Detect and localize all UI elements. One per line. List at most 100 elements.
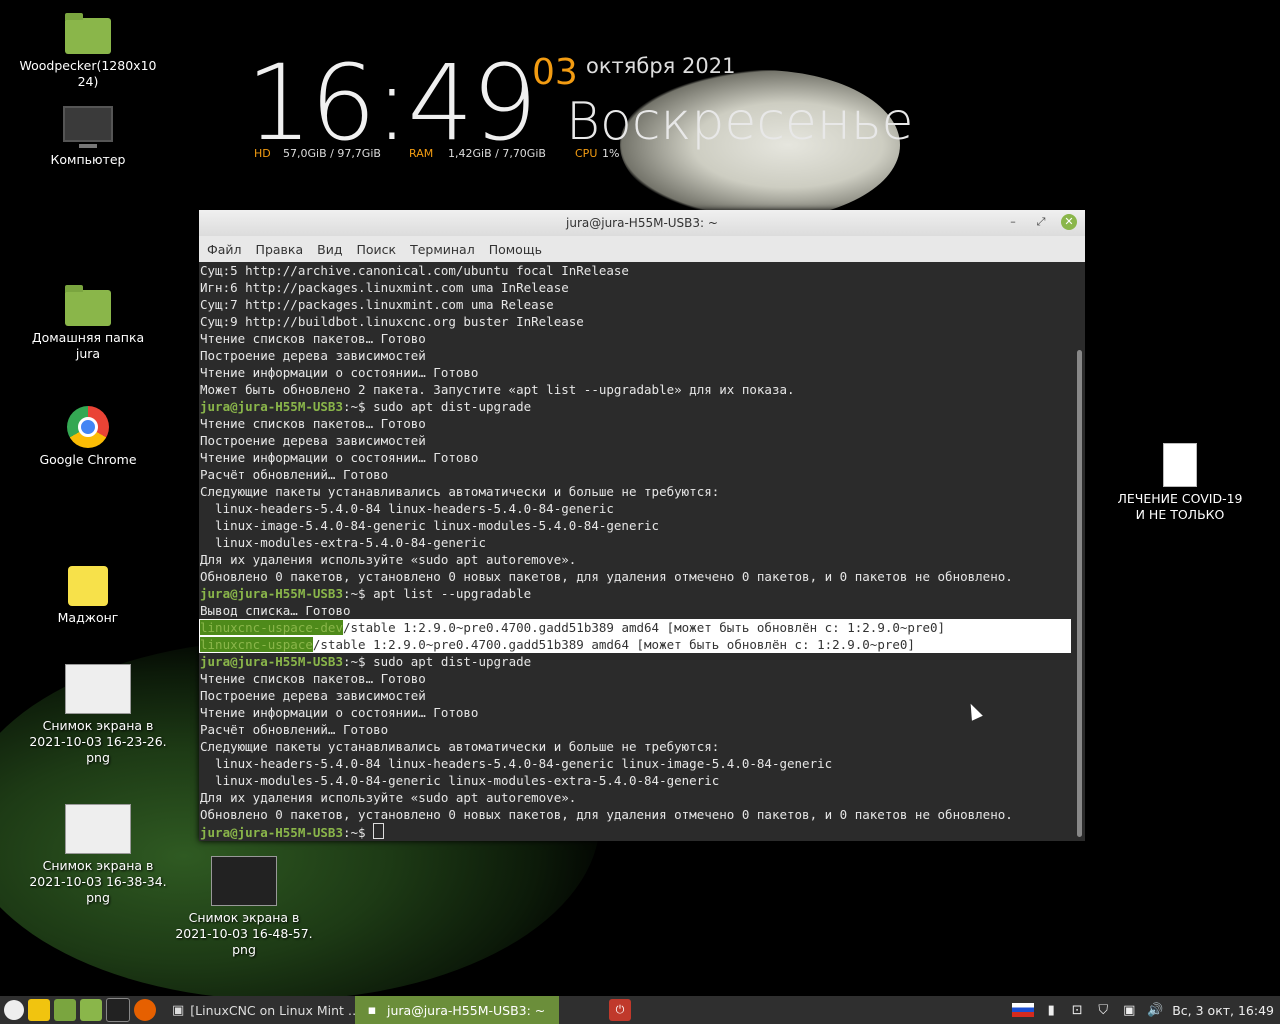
terminal-line: Чтение списков пакетов… Готово <box>200 671 426 686</box>
scrollbar-thumb[interactable] <box>1077 350 1082 837</box>
shell-prompt: jura@jura-H55M-USB3 <box>200 586 343 601</box>
image-thumbnail-icon <box>211 856 277 906</box>
terminal-line: Построение дерева зависимостей <box>200 348 426 363</box>
taskbar-item-label: jura@jura-H55M-USB3: ~ <box>387 1002 546 1018</box>
terminal-line: linux-image-5.4.0-84-generic linux-modul… <box>200 518 660 533</box>
cpu-value: 1% <box>602 147 620 160</box>
desktop-icon-label: Снимок экрана в 2021-10-03 16-48-57. png <box>175 910 313 957</box>
home-folder-icon <box>65 285 111 326</box>
desktop-icon-label: ЛЕЧЕНИЕ COVID-19 И НЕ ТОЛЬКО <box>1117 491 1243 522</box>
hd-value: 57,0GiB / 97,7GiB <box>283 147 381 160</box>
desktop-icon-chrome[interactable]: Google Chrome <box>18 406 158 468</box>
terminal-window-icon: ▪ <box>367 1002 377 1018</box>
desktop-icon-mahjong[interactable]: Маджонг <box>18 566 158 626</box>
shell-command: :~$ sudo apt dist-upgrade <box>343 654 532 669</box>
desktop-icon-label: Компьютер <box>50 152 126 167</box>
image-thumbnail-icon <box>65 804 131 854</box>
shell-prompt: jura@jura-H55M-USB3 <box>200 825 343 840</box>
menu-bar: Файл Правка Вид Поиск Терминал Помощь <box>199 236 1085 262</box>
linuxcnc-icon[interactable] <box>28 998 50 1022</box>
update-manager-icon[interactable]: ⊡ <box>1068 1001 1086 1019</box>
power-icon[interactable]: ⏻ <box>609 998 631 1022</box>
battery-icon[interactable]: ▮ <box>1042 1001 1060 1019</box>
terminal-line: jura@jura-H55M-USB3:~$ apt list --upgrad… <box>199 585 1073 602</box>
desktop-icon-document[interactable]: ЛЕЧЕНИЕ COVID-19 И НЕ ТОЛЬКО <box>1110 443 1250 523</box>
terminal-line: Расчёт обновлений… Готово <box>200 467 389 482</box>
terminal-line: linux-modules-5.4.0-84-generic linux-mod… <box>200 773 720 788</box>
terminal-line: linux-headers-5.4.0-84 linux-headers-5.4… <box>200 501 614 516</box>
desktop-icon-screenshot-1[interactable]: Снимок экрана в 2021-10-03 16-23-26. png <box>28 664 168 766</box>
desktop-icon-home[interactable]: Домашняя папка jura <box>18 285 158 362</box>
shell-prompt: jura@jura-H55M-USB3 <box>200 654 343 669</box>
menu-item[interactable]: Вид <box>317 242 342 257</box>
terminal-line: Вывод списка… Готово <box>200 603 351 618</box>
package-details: /stable 1:2.9.0~pre0.4700.gadd51b389 amd… <box>343 620 946 635</box>
terminal-line: jura@jura-H55M-USB3:~$ sudo apt dist-upg… <box>199 398 1073 415</box>
desktop-icon-screenshot-2[interactable]: Снимок экрана в 2021-10-03 16-38-34. png <box>28 804 168 906</box>
taskbar-item-terminal[interactable]: ▪ jura@jura-H55M-USB3: ~ <box>355 996 559 1024</box>
desktop-icon-label: Маджонг <box>57 610 119 625</box>
show-desktop-icon[interactable] <box>54 998 76 1022</box>
scrollbar[interactable] <box>1073 262 1085 841</box>
conky-month-year: октября 2021 <box>586 54 736 78</box>
shell-command: :~$ <box>343 825 374 840</box>
desktop-icon-computer[interactable]: Компьютер <box>18 106 158 168</box>
window-titlebar[interactable]: jura@jura-H55M-USB3: ~ – ⤢ ✕ <box>199 210 1085 236</box>
keyboard-layout-flag-icon[interactable] <box>1012 1003 1035 1017</box>
terminal-line: Построение дерева зависимостей <box>200 433 426 448</box>
menu-item[interactable]: Терминал <box>410 242 475 257</box>
ram-value: 1,42GiB / 7,70GiB <box>448 147 546 160</box>
browser-window-icon: ▣ <box>172 1002 185 1018</box>
package-name: linuxcnc-uspace-dev <box>200 620 343 635</box>
menu-icon[interactable] <box>4 998 24 1022</box>
terminal-line: Обновлено 0 пакетов, установлено 0 новых… <box>200 807 1013 822</box>
menu-item[interactable]: Файл <box>207 242 242 257</box>
cpu-label: CPU <box>575 147 598 160</box>
maximize-button[interactable]: ⤢ <box>1033 214 1049 230</box>
close-button[interactable]: ✕ <box>1061 214 1077 230</box>
menu-item[interactable]: Правка <box>256 242 304 257</box>
terminal-line: Сущ:7 http://packages.linuxmint.com uma … <box>200 297 554 312</box>
chrome-icon <box>67 406 109 448</box>
clock[interactable]: Вс, 3 окт, 16:49 <box>1172 1003 1274 1018</box>
desktop-icon-label: Домашняя папка jura <box>31 330 145 361</box>
terminal-line: Может быть обновлено 2 пакета. Запустите… <box>200 382 795 397</box>
document-icon <box>1163 443 1197 487</box>
files-icon[interactable] <box>80 998 102 1022</box>
folder-icon <box>65 13 111 54</box>
menu-item[interactable]: Поиск <box>356 242 396 257</box>
firefox-icon[interactable] <box>134 998 156 1022</box>
conky-weekday: Воскресенье <box>566 92 914 152</box>
shell-prompt: jura@jura-H55M-USB3 <box>200 399 343 414</box>
terminal-line: linuxcnc-uspace/stable 1:2.9.0~pre0.4700… <box>199 636 1071 653</box>
terminal-line: jura@jura-H55M-USB3:~$ sudo apt dist-upg… <box>199 653 1073 670</box>
package-name: linuxcnc-uspace <box>200 637 313 652</box>
system-tray: ▮ ⊡ ⛉ ▣ 🔊 Вс, 3 окт, 16:49 <box>1012 996 1274 1024</box>
taskbar-item-linuxcnc[interactable]: ▣ [LinuxCNC on Linux Mint … <box>164 996 355 1024</box>
shield-icon[interactable]: ⛉ <box>1094 1001 1112 1019</box>
terminal-line: linux-headers-5.4.0-84 linux-headers-5.4… <box>200 756 833 771</box>
desktop-icon-screenshot-3[interactable]: Снимок экрана в 2021-10-03 16-48-57. png <box>174 856 314 958</box>
desktop-icon-label: Google Chrome <box>39 452 137 467</box>
terminal-line: Следующие пакеты устанавливались автомат… <box>200 484 720 499</box>
terminal-line: Следующие пакеты устанавливались автомат… <box>200 739 720 754</box>
terminal-line: Для их удаления используйте «sudo apt au… <box>200 552 577 567</box>
volume-icon[interactable]: 🔊 <box>1146 1001 1164 1019</box>
terminal-line: Построение дерева зависимостей <box>200 688 426 703</box>
menu-item[interactable]: Помощь <box>489 242 542 257</box>
package-details: /stable 1:2.9.0~pre0.4700.gadd51b389 amd… <box>312 637 915 652</box>
terminal-line: Чтение информации о состоянии… Готово <box>200 705 479 720</box>
terminal-line: Обновлено 0 пакетов, установлено 0 новых… <box>200 569 1013 584</box>
terminal-output[interactable]: Сущ:5 http://archive.canonical.com/ubunt… <box>199 262 1073 841</box>
desktop-icon-label: Снимок экрана в 2021-10-03 16-23-26. png <box>29 718 167 765</box>
terminal-window[interactable]: jura@jura-H55M-USB3: ~ – ⤢ ✕ Файл Правка В… <box>199 210 1085 841</box>
removable-drive-icon[interactable]: ▣ <box>1120 1001 1138 1019</box>
terminal-icon[interactable] <box>106 998 130 1022</box>
text-cursor <box>373 823 385 839</box>
terminal-line: Чтение списков пакетов… Готово <box>200 416 426 431</box>
terminal-line: Для их удаления используйте «sudo apt au… <box>200 790 577 805</box>
desktop-icon-woodpecker[interactable]: Woodpecker(1280x10 24) <box>18 13 158 90</box>
image-thumbnail-icon <box>65 664 131 714</box>
taskbar-item-label: [LinuxCNC on Linux Mint … <box>190 1002 355 1018</box>
minimize-button[interactable]: – <box>1005 214 1021 230</box>
